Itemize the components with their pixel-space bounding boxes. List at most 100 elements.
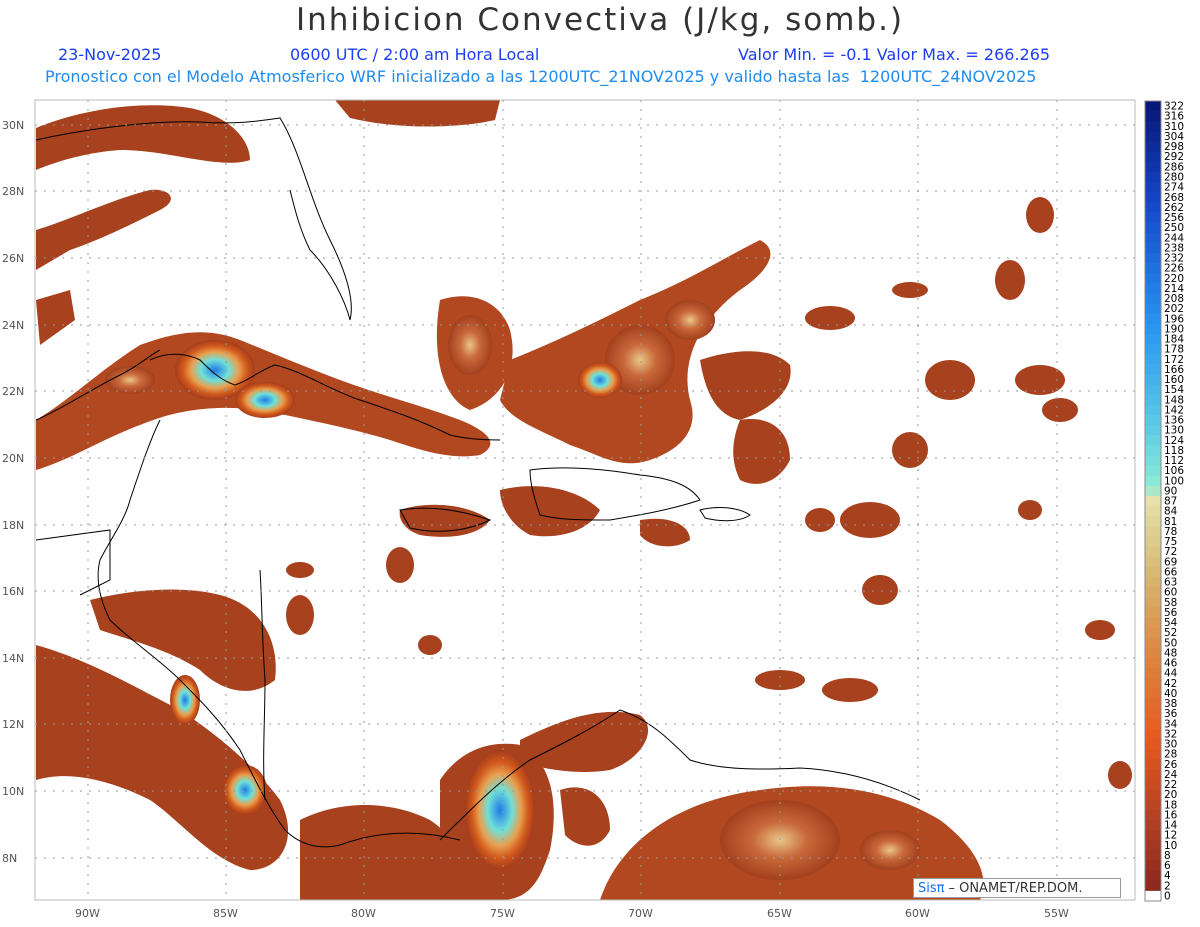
lat-label: 18N [2, 519, 24, 532]
latitude-labels: 30N 28N 26N 24N 22N 20N 18N 16N 14N 12N … [2, 119, 24, 865]
colorbar-swatch [1145, 212, 1161, 223]
colorbar-swatch [1145, 597, 1161, 608]
colorbar-swatch [1145, 465, 1161, 477]
colorbar-swatch [1145, 374, 1161, 385]
colorbar-swatch [1145, 232, 1161, 244]
colorbar-swatch [1145, 799, 1161, 811]
lon-label: 70W [628, 907, 653, 920]
colorbar-swatch [1145, 759, 1161, 770]
colorbar-swatch [1145, 546, 1161, 558]
colorbar-swatch [1145, 870, 1161, 882]
colorbar-swatch [1145, 516, 1161, 527]
colorbar: 3223163103042982922862802742682622562502… [1144, 100, 1184, 902]
colorbar-swatch [1145, 121, 1161, 132]
colorbar-swatch [1145, 344, 1161, 355]
lat-label: 28N [2, 185, 24, 198]
colorbar-swatch [1145, 263, 1161, 274]
colorbar-swatch [1145, 111, 1161, 122]
colorbar-swatch [1145, 526, 1161, 537]
colorbar-swatch [1145, 202, 1161, 213]
colorbar-swatch [1145, 404, 1161, 416]
colorbar-swatch [1145, 283, 1161, 294]
colorbar-swatch [1145, 880, 1161, 892]
colorbar-swatch [1145, 779, 1161, 791]
lon-label: 60W [905, 907, 930, 920]
colorbar-swatch [1145, 313, 1161, 325]
colorbar-swatch [1145, 364, 1161, 375]
colorbar-swatch [1145, 303, 1161, 315]
credit-text: – ONAMET/REP.DOM. [948, 880, 1083, 896]
colorbar-swatch [1145, 242, 1161, 254]
lat-label: 20N [2, 452, 24, 465]
colorbar-label: 0 [1164, 890, 1171, 902]
credit-box: Sisπ – ONAMET/REP.DOM. [913, 878, 1121, 898]
colorbar-swatch [1145, 718, 1161, 730]
lat-label: 26N [2, 252, 24, 265]
colorbar-swatch [1145, 425, 1161, 436]
colorbar-swatch [1145, 101, 1161, 112]
colorbar-swatch [1145, 678, 1161, 689]
colorbar-swatch [1145, 647, 1161, 659]
colorbar-swatch [1145, 627, 1161, 639]
colorbar-swatch [1145, 657, 1161, 669]
colorbar-swatch [1145, 394, 1161, 406]
colorbar-swatch [1145, 769, 1161, 780]
colorbar-swatch [1145, 485, 1161, 497]
colorbar-swatch [1145, 860, 1161, 872]
colorbar-swatch [1145, 222, 1161, 234]
lon-label: 65W [767, 907, 792, 920]
colorbar-swatch [1145, 131, 1161, 142]
colorbar-swatch [1145, 607, 1161, 618]
colorbar-swatch [1145, 455, 1161, 466]
lat-label: 16N [2, 585, 24, 598]
colorbar-swatch [1145, 688, 1161, 699]
colorbar-swatch [1145, 850, 1161, 861]
cin-field [36, 100, 1132, 900]
colorbar-swatch [1145, 668, 1161, 679]
colorbar-swatch [1145, 273, 1161, 284]
colorbar-swatch [1145, 171, 1161, 183]
colorbar-swatch [1145, 556, 1161, 568]
lat-label: 12N [2, 718, 24, 731]
lat-label: 10N [2, 785, 24, 798]
lat-label: 22N [2, 385, 24, 398]
colorbar-swatch [1145, 293, 1161, 304]
lat-label: 30N [2, 119, 24, 132]
colorbar-swatch [1145, 738, 1161, 750]
colorbar-swatch [1145, 506, 1161, 517]
colorbar-swatch [1145, 536, 1161, 547]
lat-label: 24N [2, 319, 24, 332]
colorbar-swatch [1145, 141, 1161, 153]
weather-map: 30N 28N 26N 24N 22N 20N 18N 16N 14N 12N … [2, 99, 1184, 920]
colorbar-swatch [1145, 728, 1161, 740]
lon-label: 75W [490, 907, 515, 920]
lon-label: 90W [75, 907, 100, 920]
colorbar-swatch [1145, 708, 1161, 720]
colorbar-swatch [1145, 830, 1161, 841]
colorbar-swatch [1145, 323, 1161, 335]
colorbar-swatch [1145, 414, 1161, 426]
colorbar-swatch [1145, 161, 1161, 173]
colorbar-swatch [1145, 587, 1161, 598]
colorbar-swatch [1145, 576, 1161, 588]
lon-label: 85W [213, 907, 238, 920]
lon-label: 80W [351, 907, 376, 920]
colorbar-swatch [1145, 333, 1161, 345]
colorbar-swatch [1145, 475, 1161, 487]
colorbar-swatch [1145, 840, 1161, 851]
colorbar-swatch [1145, 566, 1161, 578]
colorbar-swatch [1145, 384, 1161, 396]
colorbar-swatch [1145, 890, 1161, 902]
lat-label: 8N [2, 852, 17, 865]
colorbar-swatch [1145, 617, 1161, 628]
colorbar-swatch [1145, 789, 1161, 801]
sispi-logo: Sisπ [918, 880, 945, 896]
colorbar-swatch [1145, 252, 1161, 264]
colorbar-swatch [1145, 354, 1161, 365]
colorbar-swatch [1145, 698, 1161, 709]
colorbar-swatch [1145, 445, 1161, 456]
colorbar-swatch [1145, 809, 1161, 821]
colorbar-swatch [1145, 192, 1161, 203]
colorbar-swatch [1145, 435, 1161, 446]
lat-label: 14N [2, 652, 24, 665]
